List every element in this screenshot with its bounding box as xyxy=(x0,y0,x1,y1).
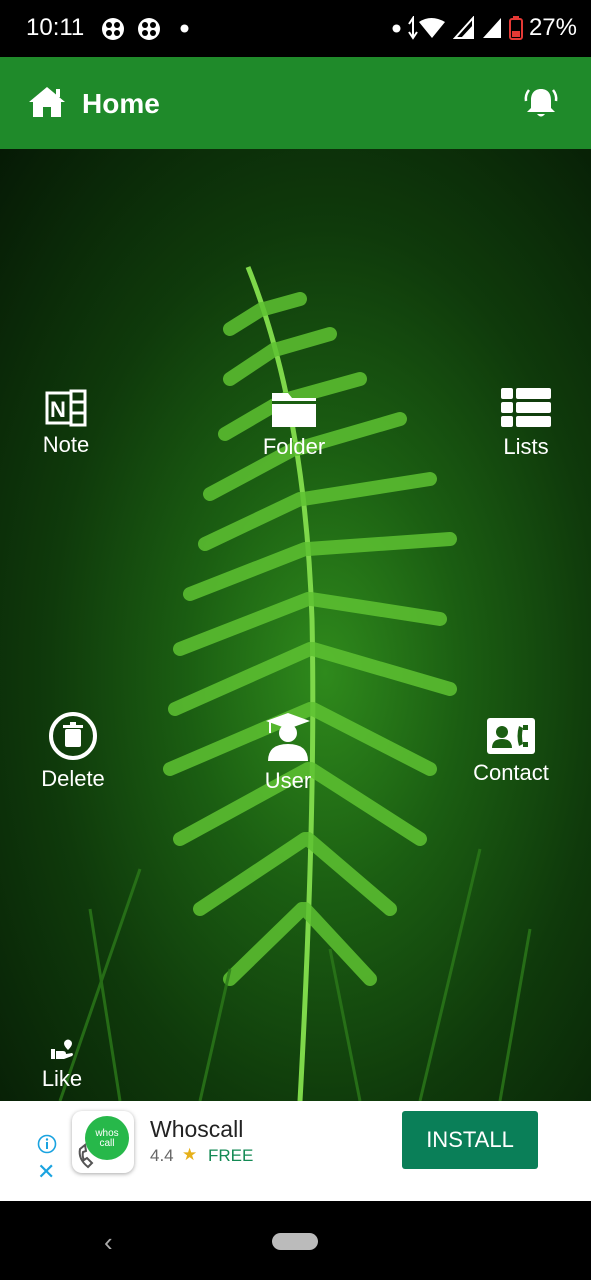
back-icon[interactable]: ‹ xyxy=(104,1227,113,1258)
tile-folder[interactable]: Folder xyxy=(254,389,334,460)
tile-like-label: Like xyxy=(41,1066,83,1091)
wifi-icon xyxy=(408,16,445,40)
app-notification-icon xyxy=(102,18,124,40)
ad-app-icon[interactable]: whos call xyxy=(72,1111,134,1173)
tile-user-label: User xyxy=(264,768,312,793)
tile-delete-label: Delete xyxy=(41,766,105,791)
svg-text:call: call xyxy=(99,1138,114,1149)
notification-dot-icon xyxy=(180,24,189,33)
status-time: 10:11 xyxy=(26,14,85,41)
ad-info-icon[interactable] xyxy=(37,1134,57,1154)
notification-dot-icon xyxy=(392,24,401,32)
ad-app-name: Whoscall xyxy=(150,1116,244,1142)
ad-rating: 4.4 xyxy=(150,1146,174,1165)
tile-contact-label: Contact xyxy=(473,760,549,785)
tile-user[interactable]: User xyxy=(254,711,322,794)
page-title: Home xyxy=(82,88,160,119)
signal-icon xyxy=(452,16,474,39)
app-notification-icon xyxy=(138,18,160,40)
folder-icon xyxy=(272,393,316,427)
tile-note-label: Note xyxy=(42,432,90,457)
background-image: N Note Folder Lists Delete User Contact … xyxy=(0,149,591,1101)
alarm-bell-icon[interactable] xyxy=(523,84,559,120)
tile-contact[interactable]: Contact xyxy=(468,717,554,786)
ad-price: FREE xyxy=(208,1146,254,1165)
graduate-user-icon xyxy=(266,713,310,761)
list-icon xyxy=(501,388,551,427)
whoscall-logo-icon: whos call xyxy=(78,1116,129,1169)
home-icon[interactable] xyxy=(27,85,67,119)
star-icon: ★ xyxy=(182,1145,198,1164)
contact-card-icon xyxy=(487,718,535,754)
tile-folder-label: Folder xyxy=(262,434,326,459)
battery-percent: 27% xyxy=(528,14,577,41)
onenote-icon: N xyxy=(45,389,87,427)
ad-close-icon[interactable]: ✕ xyxy=(37,1159,55,1185)
battery-icon xyxy=(508,16,523,40)
tile-lists[interactable]: Lists xyxy=(486,387,566,460)
fern-image xyxy=(58,266,532,1101)
tile-delete[interactable]: Delete xyxy=(30,711,116,792)
signal-icon xyxy=(482,18,501,38)
svg-text:N: N xyxy=(50,397,66,422)
tile-like[interactable]: Like xyxy=(36,1039,88,1092)
tile-lists-label: Lists xyxy=(503,434,549,459)
trash-icon xyxy=(49,712,97,760)
system-nav-bar: ‹ xyxy=(0,1201,591,1280)
status-bar: 10:11 27% xyxy=(0,0,591,57)
home-pill[interactable] xyxy=(272,1233,318,1250)
ad-banner[interactable]: ✕ whos call Whoscall 4.4 ★ FREE INSTALL xyxy=(0,1101,591,1201)
tile-note[interactable]: N Note xyxy=(26,389,106,458)
heart-hand-icon xyxy=(51,1039,73,1059)
install-button[interactable]: INSTALL xyxy=(402,1111,538,1169)
app-bar: Home xyxy=(0,57,591,149)
